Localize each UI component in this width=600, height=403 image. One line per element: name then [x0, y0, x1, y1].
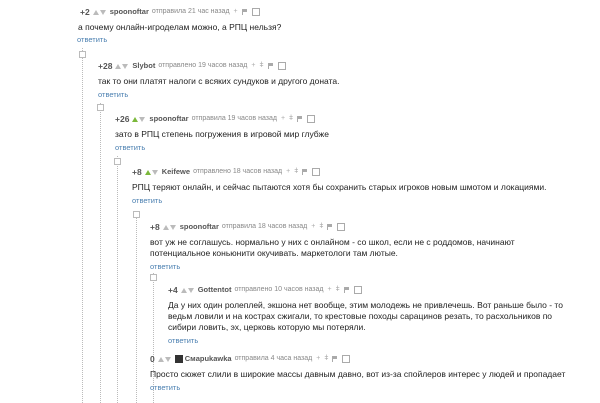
comment: +8 Keifewe отправлено 18 часов назад + ǂ…	[132, 166, 546, 205]
downvote-icon[interactable]	[122, 63, 129, 69]
comment-author[interactable]: Gottentot	[198, 284, 232, 296]
comment-text: ведьм ловили и на кострах сжигали, то кр…	[168, 311, 553, 321]
upvote-icon[interactable]	[180, 287, 187, 293]
plus-icon[interactable]: +	[251, 60, 255, 72]
comment: +2 spoonoftar отправила 21 час назад + а…	[77, 6, 282, 44]
comment-text: зато в РПЦ степень погружения в игровой …	[115, 129, 329, 139]
save-icon[interactable]	[307, 115, 316, 123]
comment-time[interactable]: отправлено 18 часов назад	[193, 166, 282, 178]
comment-text: сибири ловить, эх, церковь которую мы по…	[168, 322, 366, 332]
comment-score: +2	[80, 7, 90, 17]
comment-author[interactable]: spoonoftar	[110, 6, 149, 18]
thread-line	[100, 103, 101, 403]
plus-icon[interactable]: +	[311, 221, 315, 233]
upvote-icon[interactable]	[92, 9, 99, 15]
comment-text: Просто сюжет слили в широкие массы давны…	[150, 369, 566, 379]
user-icon[interactable]: ǂ	[259, 60, 263, 72]
avatar	[174, 355, 183, 363]
plus-icon[interactable]: +	[281, 113, 285, 125]
user-icon[interactable]: ǂ	[289, 113, 293, 125]
upvote-icon[interactable]	[132, 116, 139, 122]
comment-text: вот уж не соглашусь. нормально у них с о…	[150, 237, 515, 247]
downvote-icon[interactable]	[139, 116, 146, 122]
thread-line	[117, 156, 118, 403]
collapse-toggle[interactable]	[79, 51, 86, 58]
comment-time[interactable]: отправила 21 час назад	[152, 6, 230, 18]
downvote-icon[interactable]	[164, 356, 171, 362]
flag-icon[interactable]	[343, 287, 350, 293]
save-icon[interactable]	[342, 355, 351, 363]
comment-author[interactable]: Cмapukawka	[185, 353, 232, 365]
reply-link[interactable]: ответить	[132, 196, 546, 205]
reply-link[interactable]: ответить	[168, 336, 563, 345]
collapse-toggle[interactable]	[114, 158, 121, 165]
comment-time[interactable]: отправлено 10 часов назад	[234, 284, 323, 296]
save-icon[interactable]	[277, 62, 286, 70]
downvote-icon[interactable]	[151, 169, 158, 175]
comment-author[interactable]: Slybot	[132, 60, 155, 72]
plus-icon[interactable]: +	[286, 166, 290, 178]
comment-score: +4	[168, 285, 178, 295]
save-icon[interactable]	[337, 223, 346, 231]
comment: +26 spoonoftar отправила 19 часов назад …	[115, 113, 329, 152]
comment-score: +8	[132, 167, 142, 177]
comment-text: а почему онлайн-игроделам можно, а РПЦ н…	[78, 22, 282, 32]
comment: 0 Cмapukawka отправила 4 часа назад + ǂ …	[150, 353, 565, 392]
comment-time[interactable]: отправила 4 часа назад	[235, 353, 313, 365]
upvote-icon[interactable]	[144, 169, 151, 175]
comment: +4 Gottentot отправлено 10 часов назад +…	[168, 284, 563, 345]
reply-link[interactable]: ответить	[77, 35, 281, 44]
upvote-icon[interactable]	[115, 63, 122, 69]
comment-score: +28	[98, 61, 113, 71]
comment-score: +26	[115, 114, 130, 124]
save-icon[interactable]	[251, 8, 260, 16]
comment: +8 spoonoftar отправила 18 часов назад +…	[150, 221, 515, 271]
flag-icon[interactable]	[297, 116, 303, 122]
flag-icon[interactable]	[267, 63, 274, 69]
comment-author[interactable]: spoonoftar	[149, 113, 188, 125]
user-icon[interactable]: ǂ	[324, 353, 328, 365]
reply-link[interactable]: ответить	[150, 383, 565, 392]
comment-time[interactable]: отправлено 19 часов назад	[158, 60, 247, 72]
downvote-icon[interactable]	[99, 9, 106, 15]
reply-link[interactable]: ответить	[115, 143, 329, 152]
plus-icon[interactable]: +	[234, 6, 238, 18]
upvote-icon[interactable]	[162, 224, 169, 230]
thread-line	[136, 211, 137, 403]
comment-text: Да у них один ролеплей, экшона нет вообщ…	[168, 300, 563, 310]
comment-time[interactable]: отправила 18 часов назад	[222, 221, 307, 233]
collapse-toggle[interactable]	[97, 104, 104, 111]
downvote-icon[interactable]	[169, 224, 176, 230]
comment-score: 0	[150, 354, 155, 364]
comment-author[interactable]: Keifewe	[162, 166, 190, 178]
save-icon[interactable]	[312, 168, 321, 176]
flag-icon[interactable]	[302, 169, 308, 175]
reply-link[interactable]: ответить	[98, 90, 339, 99]
user-icon[interactable]: ǂ	[319, 221, 323, 233]
comment-text: РПЦ теряют онлайн, и сейчас пытаются хот…	[132, 182, 547, 192]
downvote-icon[interactable]	[187, 287, 194, 293]
plus-icon[interactable]: +	[316, 353, 320, 365]
user-icon[interactable]: ǂ	[336, 284, 340, 296]
plus-icon[interactable]: +	[328, 284, 332, 296]
flag-icon[interactable]	[327, 224, 333, 230]
comment: +28 Slybot отправлено 19 часов назад + ǂ…	[98, 60, 339, 99]
flag-icon[interactable]	[332, 356, 338, 362]
thread-line	[82, 48, 83, 403]
flag-icon[interactable]	[241, 9, 248, 15]
user-icon[interactable]: ǂ	[294, 166, 298, 178]
comment-text: потенциальное коньюнити окучивать. марке…	[150, 248, 398, 258]
reply-link[interactable]: ответить	[150, 262, 515, 271]
comment-text: так то они платят налоги с всяких сундук…	[98, 76, 340, 86]
save-icon[interactable]	[353, 286, 362, 294]
collapse-toggle[interactable]	[133, 211, 140, 218]
comment-time[interactable]: отправила 19 часов назад	[192, 113, 277, 125]
comment-author[interactable]: spoonoftar	[180, 221, 219, 233]
comment-score: +8	[150, 222, 160, 232]
upvote-icon[interactable]	[157, 356, 164, 362]
collapse-toggle[interactable]	[150, 274, 157, 281]
